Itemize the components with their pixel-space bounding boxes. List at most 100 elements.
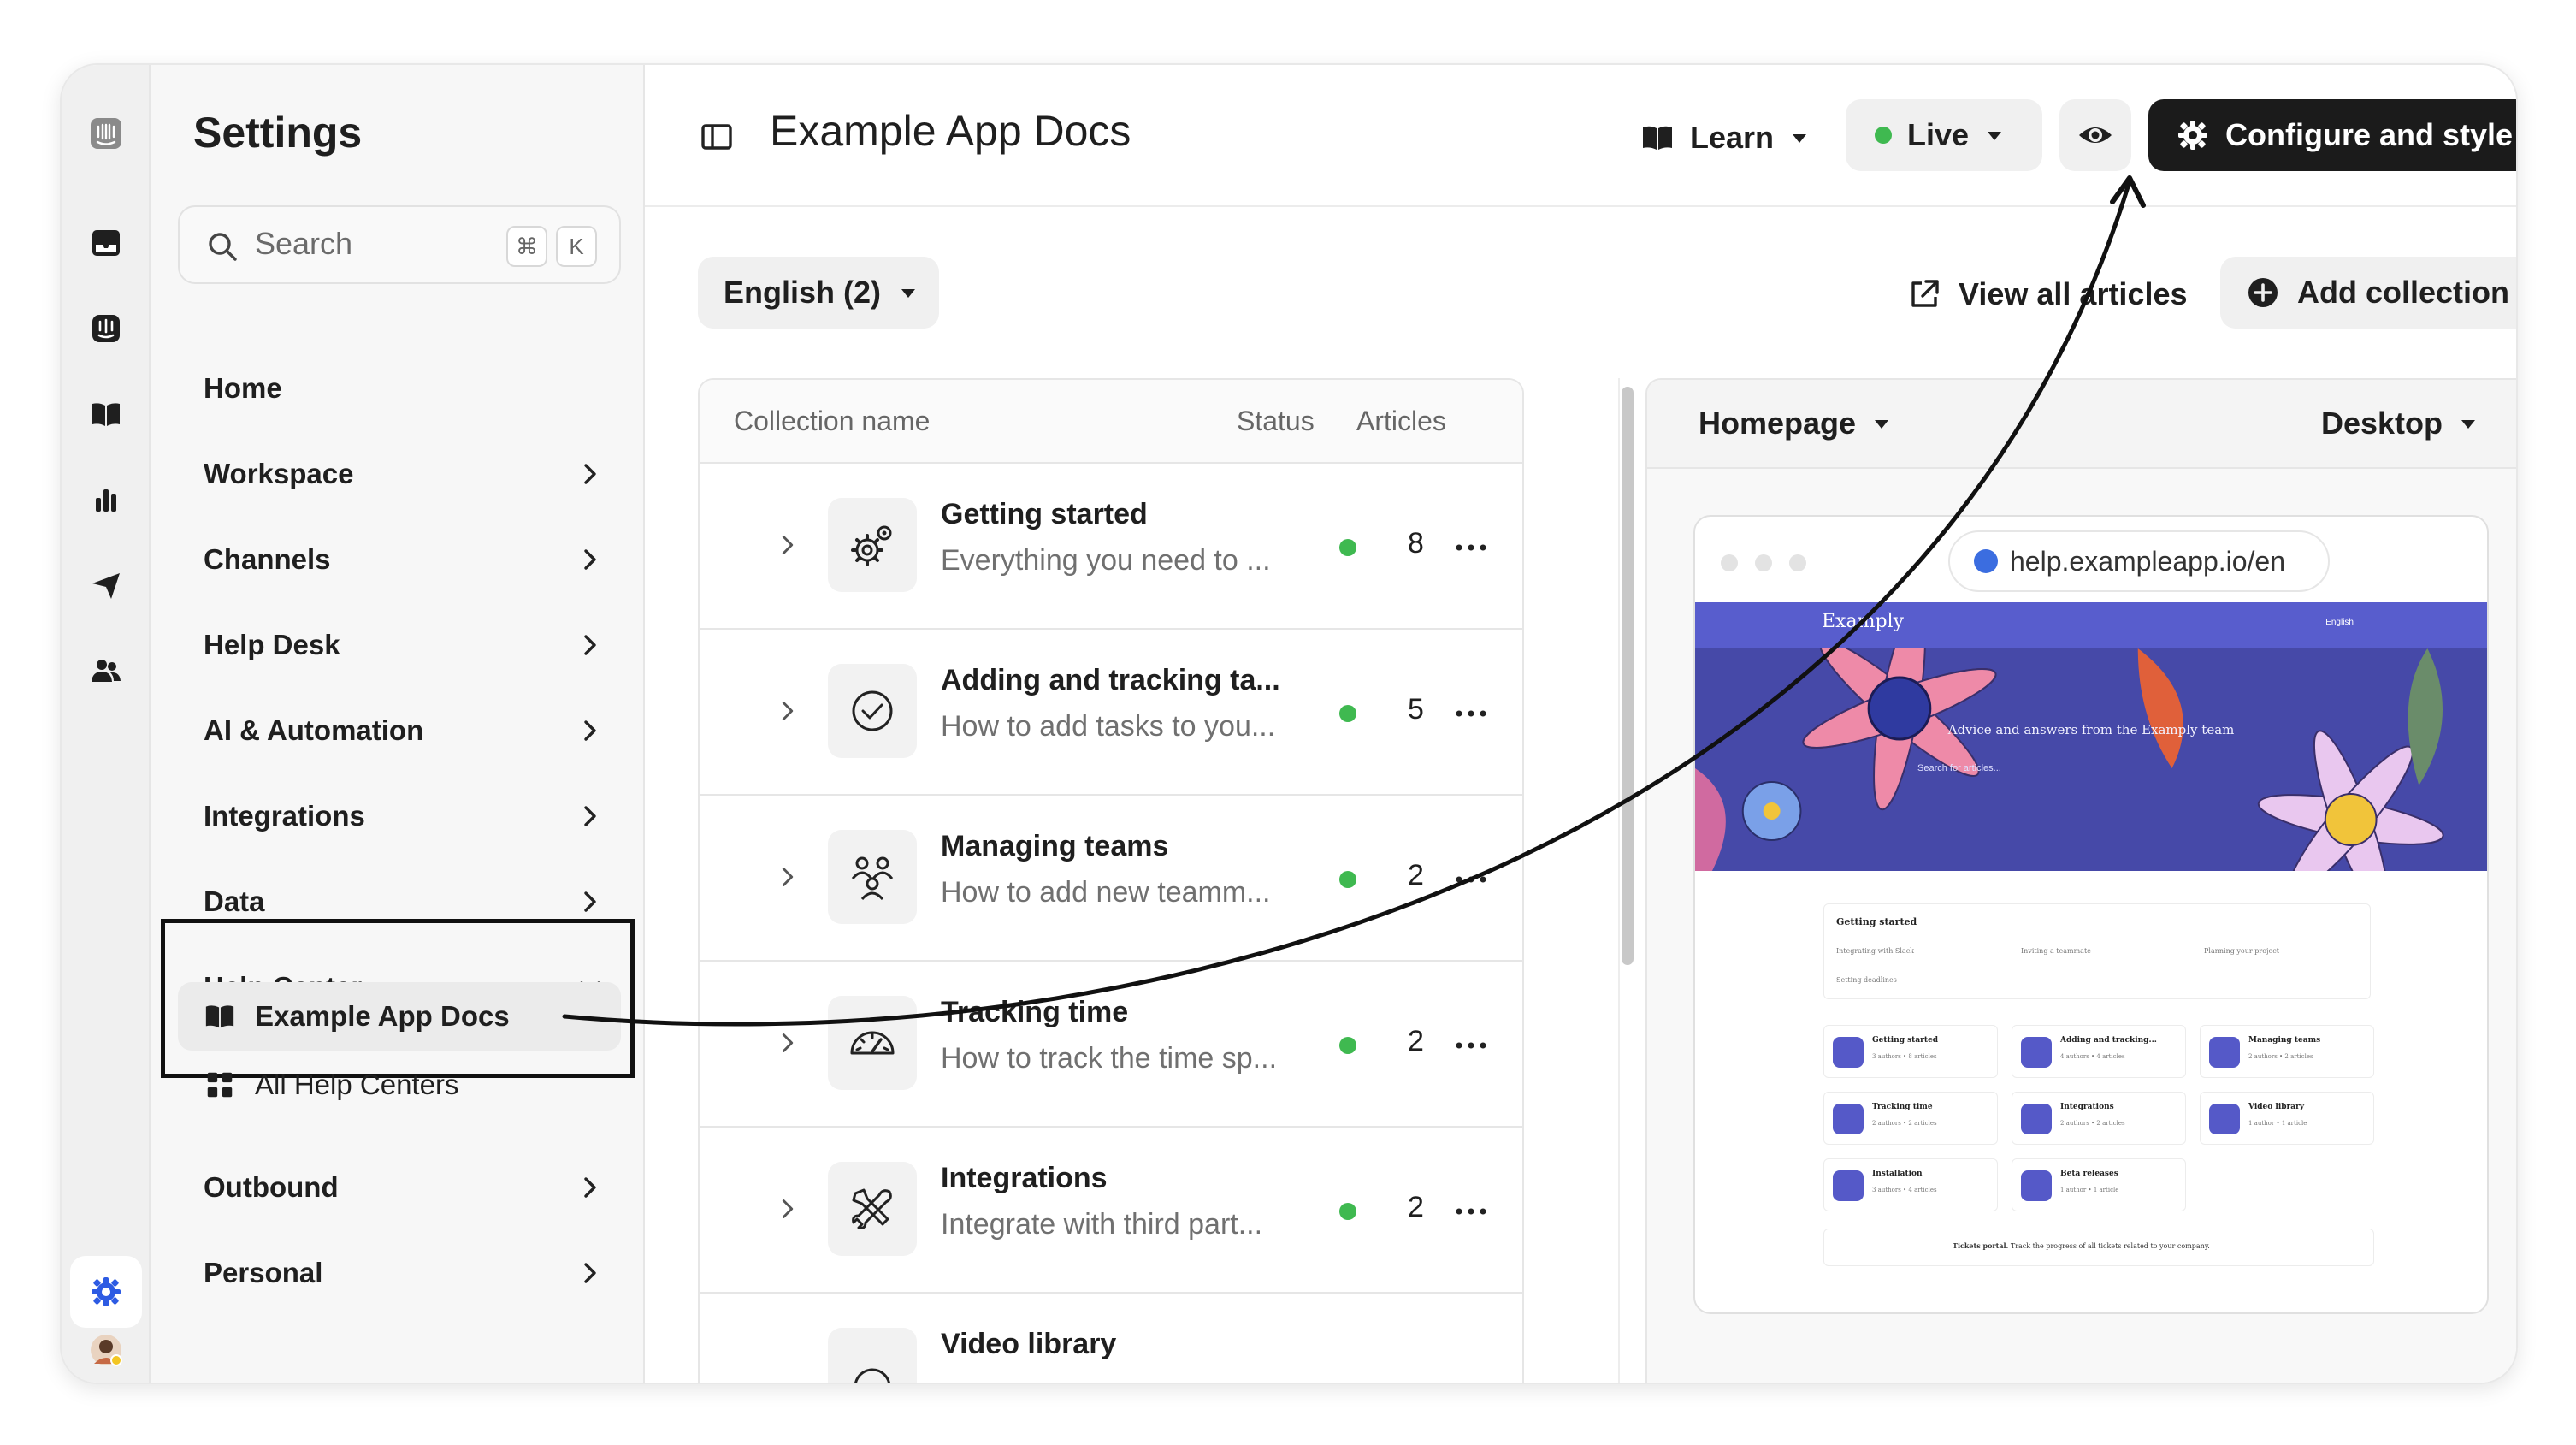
card-title: Getting started xyxy=(1872,1036,1939,1045)
collection-title: Tracking time xyxy=(941,996,1129,1028)
help-center-body: Getting started Integrating with Slack I… xyxy=(1695,871,2487,1312)
tickets-portal-text: Tickets portal. Track the progress of al… xyxy=(1953,1241,2210,1250)
gear-icon xyxy=(2178,121,2207,150)
kbd-k: K xyxy=(556,226,597,267)
nav-item-personal[interactable]: Personal xyxy=(204,1247,606,1299)
view-all-articles-link[interactable]: View all articles xyxy=(1907,269,2188,320)
chevron-right-icon[interactable] xyxy=(773,696,802,725)
sub-item-label: All Help Centers xyxy=(255,1069,459,1100)
chevron-right-icon[interactable] xyxy=(773,862,802,891)
settings-sidebar: Settings Search ⌘ K Home Workspace Chann… xyxy=(151,65,645,1383)
configure-and-style-button[interactable]: Configure and style xyxy=(2148,99,2516,171)
kbd-cmd: ⌘ xyxy=(506,226,547,267)
card-title: Video library xyxy=(2248,1103,2305,1111)
chevron-right-icon[interactable] xyxy=(773,1194,802,1223)
article-count: 2 xyxy=(1408,1191,1424,1223)
nav-item-ai-automation[interactable]: AI & Automation xyxy=(204,705,606,756)
book-icon xyxy=(205,1005,234,1028)
card-icon xyxy=(2021,1037,2052,1068)
homepage-select[interactable]: Homepage xyxy=(1699,406,1892,441)
more-options-icon[interactable] xyxy=(1454,1205,1488,1218)
preview-header: Homepage Desktop xyxy=(1647,380,2516,469)
settings-gear-icon[interactable] xyxy=(70,1256,142,1328)
nav-label: Data xyxy=(204,885,265,917)
sub-item-example-app-docs[interactable]: Example App Docs xyxy=(204,991,510,1042)
card-title: Tracking time xyxy=(1872,1103,1933,1111)
nav-label: Channels xyxy=(204,543,331,575)
preview-button[interactable] xyxy=(2059,99,2131,171)
tickets-portal-label: Tickets portal. xyxy=(1953,1241,2009,1250)
add-collection-button[interactable]: Add collection xyxy=(2220,257,2516,329)
sidebar-title: Settings xyxy=(193,109,363,157)
app-window: Settings Search ⌘ K Home Workspace Chann… xyxy=(60,63,2518,1384)
language-select[interactable]: English (2) xyxy=(698,257,939,329)
status-dot xyxy=(1339,871,1356,888)
reports-chart-icon[interactable] xyxy=(84,477,128,522)
view-all-label: View all articles xyxy=(1959,276,2188,311)
knowledge-book-icon[interactable] xyxy=(84,392,128,436)
live-status-dot xyxy=(1875,127,1892,144)
table-row[interactable]: Integrations Integrate with third part..… xyxy=(700,1128,1522,1294)
brand-logo: Examply xyxy=(1822,611,1904,632)
more-options-icon[interactable] xyxy=(1454,707,1488,720)
browser-mockup: help.exampleapp.io/en Examply English Ad… xyxy=(1693,515,2489,1314)
table-row[interactable]: Tracking time How to track the time sp..… xyxy=(700,962,1522,1128)
add-collection-label: Add collection xyxy=(2297,275,2510,310)
column-header-articles[interactable]: Articles xyxy=(1356,406,1446,437)
device-select[interactable]: Desktop xyxy=(2321,406,2479,441)
featured-card: Getting started Integrating with Slack I… xyxy=(1823,903,2371,999)
sidebar-toggle-icon[interactable] xyxy=(700,120,734,154)
nav-label: Help Desk xyxy=(204,629,340,660)
chevron-right-icon[interactable] xyxy=(773,530,802,560)
nav-item-outbound[interactable]: Outbound xyxy=(204,1162,606,1213)
outbound-send-icon[interactable] xyxy=(84,563,128,607)
live-status-button[interactable]: Live xyxy=(1846,99,2042,171)
column-header-status[interactable]: Status xyxy=(1237,406,1315,437)
card-meta: 3 authors • 4 articles xyxy=(1872,1187,1937,1193)
avatar[interactable] xyxy=(84,1328,128,1372)
nav-item-workspace[interactable]: Workspace xyxy=(204,448,606,500)
chevron-right-icon xyxy=(584,891,596,912)
caret-down-icon xyxy=(2461,420,2475,429)
caret-down-icon xyxy=(1793,134,1807,143)
external-link-icon xyxy=(1911,280,1939,307)
scrollbar-thumb[interactable] xyxy=(1622,387,1634,965)
more-options-icon[interactable] xyxy=(1454,873,1488,886)
table-row[interactable]: Video library xyxy=(700,1294,1522,1383)
preview-panel: Homepage Desktop help.exampleapp.io/en E… xyxy=(1645,378,2516,1383)
sub-item-all-help-centers[interactable]: All Help Centers xyxy=(204,1059,458,1110)
featured-link: Integrating with Slack xyxy=(1836,947,1915,955)
article-count: 2 xyxy=(1408,859,1424,891)
inbox-icon[interactable] xyxy=(84,221,128,265)
search-input[interactable]: Search ⌘ K xyxy=(178,205,621,284)
learn-button[interactable]: Learn xyxy=(1640,108,1810,168)
more-options-icon[interactable] xyxy=(1454,541,1488,554)
collection-card: Getting started 3 authors • 8 articles xyxy=(1823,1025,1998,1078)
card-title: Managing teams xyxy=(2248,1036,2321,1045)
column-header-collection-name[interactable]: Collection name xyxy=(734,406,930,437)
table-row[interactable]: Managing teams How to add new teamm... 2 xyxy=(700,796,1522,962)
nav-label: Workspace xyxy=(204,458,354,489)
table-row[interactable]: Adding and tracking ta... How to add tas… xyxy=(700,630,1522,796)
contacts-people-icon[interactable] xyxy=(84,648,128,693)
card-icon xyxy=(1833,1037,1864,1068)
featured-link: Planning your project xyxy=(2204,947,2279,955)
table-row[interactable]: Getting started Everything you need to .… xyxy=(700,464,1522,630)
top-bar: Example App Docs Learn Live Configure an… xyxy=(645,65,2516,207)
more-options-icon[interactable] xyxy=(1454,1039,1488,1052)
chevron-right-icon xyxy=(584,720,596,741)
nav-item-integrations[interactable]: Integrations xyxy=(204,791,606,842)
chevron-right-icon[interactable] xyxy=(773,1028,802,1057)
nav-item-channels[interactable]: Channels xyxy=(204,534,606,585)
intercom-logo-icon[interactable] xyxy=(84,111,128,156)
nav-item-home[interactable]: Home xyxy=(204,363,606,414)
traffic-light xyxy=(1755,554,1772,571)
caret-down-icon xyxy=(1875,420,1889,429)
fin-ai-icon[interactable] xyxy=(84,306,128,351)
page-title: Example App Docs xyxy=(770,107,1131,155)
chevron-right-icon xyxy=(584,1263,596,1283)
help-center-hero: Examply English Advice and answers from … xyxy=(1695,602,2487,871)
nav-item-help-desk[interactable]: Help Desk xyxy=(204,619,606,671)
device-label: Desktop xyxy=(2320,406,2443,441)
nav-label: Integrations xyxy=(204,800,365,832)
